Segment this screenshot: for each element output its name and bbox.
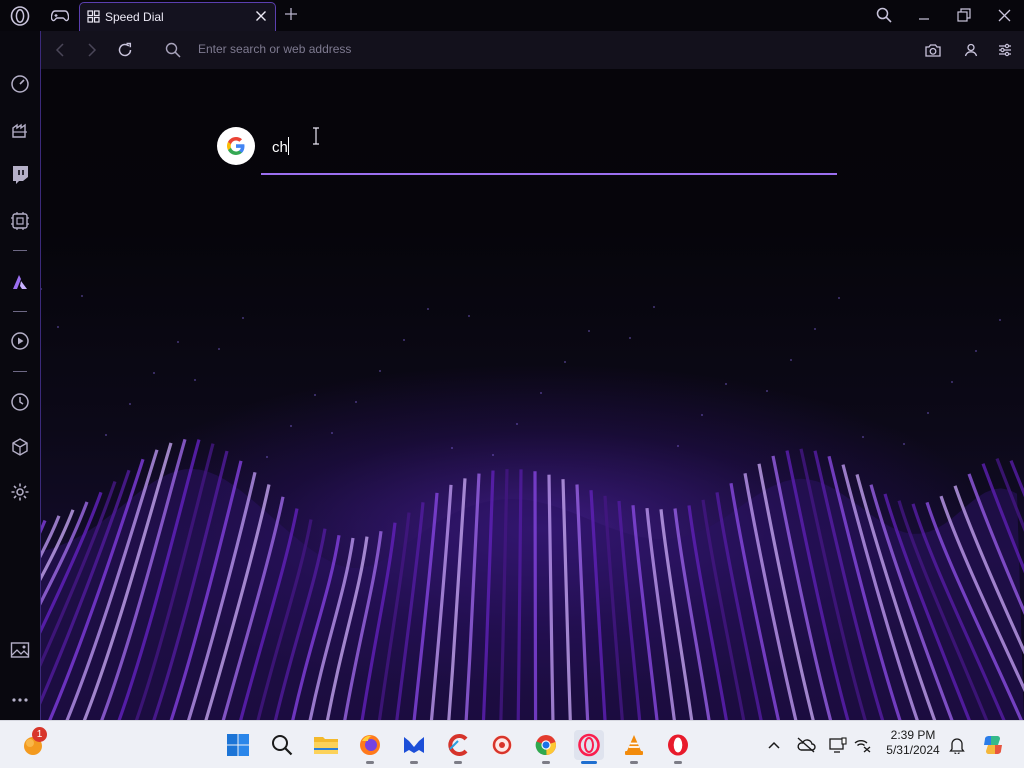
firefox-icon[interactable] (355, 730, 385, 764)
running-indicator (542, 761, 550, 764)
address-input[interactable]: Enter search or web address (198, 42, 351, 56)
speedometer-icon[interactable] (9, 73, 31, 95)
more-icon[interactable] (9, 689, 31, 711)
taskbar: 1 2:39 PM 5/31/2024 (0, 720, 1024, 768)
google-logo-icon (217, 127, 255, 165)
gamepad-icon[interactable] (48, 6, 72, 26)
network-volume-icon[interactable] (853, 735, 873, 755)
speed-dial-search[interactable]: ch (217, 127, 837, 175)
opera-icon[interactable] (663, 730, 693, 764)
extensions-icon[interactable] (9, 436, 31, 458)
display-icon[interactable] (828, 735, 848, 755)
easy-setup-icon[interactable] (995, 40, 1015, 60)
clock[interactable]: 2:39 PM 5/31/2024 (880, 728, 946, 758)
sidebar-divider (13, 371, 27, 372)
new-tab-icon[interactable] (282, 4, 300, 24)
copilot-icon[interactable] (980, 732, 1006, 758)
aria-icon[interactable] (9, 271, 31, 293)
search-icon (163, 40, 183, 60)
opera-logo-icon[interactable] (7, 6, 33, 26)
search-tabs-icon[interactable] (870, 4, 898, 26)
sidebar-divider (13, 250, 27, 251)
speed-dial-icon (86, 9, 100, 23)
sidebar-divider (13, 311, 27, 312)
running-indicator (674, 761, 682, 764)
gx-control-icon[interactable] (9, 210, 31, 232)
twitch-icon[interactable] (9, 164, 31, 186)
restore-icon[interactable] (950, 4, 978, 26)
text-cursor-icon (312, 127, 320, 145)
wallpaper-icon[interactable] (9, 639, 31, 661)
camera-icon[interactable] (923, 40, 943, 60)
active-indicator (581, 761, 597, 764)
text-caret (288, 137, 289, 155)
tab-title: Speed Dial (105, 10, 164, 24)
windows-start-icon[interactable] (223, 730, 253, 760)
malwarebytes-icon[interactable] (399, 730, 429, 764)
close-window-icon[interactable] (990, 4, 1018, 26)
file-explorer-icon[interactable] (311, 730, 341, 760)
opera-gx-icon[interactable] (574, 730, 604, 764)
chrome-icon[interactable] (531, 730, 561, 764)
forward-icon[interactable] (82, 40, 102, 60)
search-underline (261, 173, 837, 175)
back-icon[interactable] (50, 40, 70, 60)
address-bar: Enter search or web address (41, 31, 1024, 69)
title-bar: Speed Dial (0, 0, 1024, 31)
minimize-icon[interactable] (910, 4, 938, 26)
sidebar (0, 31, 41, 720)
running-indicator (454, 761, 462, 764)
notification-badge: 1 (32, 727, 47, 742)
speed-dial-page: ch (41, 69, 1024, 720)
account-icon[interactable] (961, 40, 981, 60)
pdf-app-icon[interactable] (487, 730, 517, 760)
chevron-up-icon[interactable] (764, 735, 784, 755)
running-indicator (410, 761, 418, 764)
running-indicator (366, 761, 374, 764)
onedrive-off-icon[interactable] (796, 735, 816, 755)
vlc-icon[interactable] (619, 730, 649, 764)
search-query-input[interactable]: ch (272, 139, 288, 156)
running-indicator (630, 761, 638, 764)
close-tab-icon[interactable] (253, 8, 269, 24)
tab-speed-dial[interactable]: Speed Dial (79, 2, 276, 31)
bell-icon[interactable] (947, 735, 967, 755)
ccleaner-icon[interactable] (443, 730, 473, 764)
clock-date: 5/31/2024 (886, 743, 940, 757)
history-icon[interactable] (9, 391, 31, 413)
reload-icon[interactable] (115, 40, 135, 60)
gx-corner-icon[interactable] (9, 119, 31, 141)
clock-time: 2:39 PM (890, 728, 936, 742)
search-icon[interactable] (267, 730, 297, 760)
settings-gear-icon[interactable] (9, 481, 31, 503)
player-icon[interactable] (9, 330, 31, 352)
